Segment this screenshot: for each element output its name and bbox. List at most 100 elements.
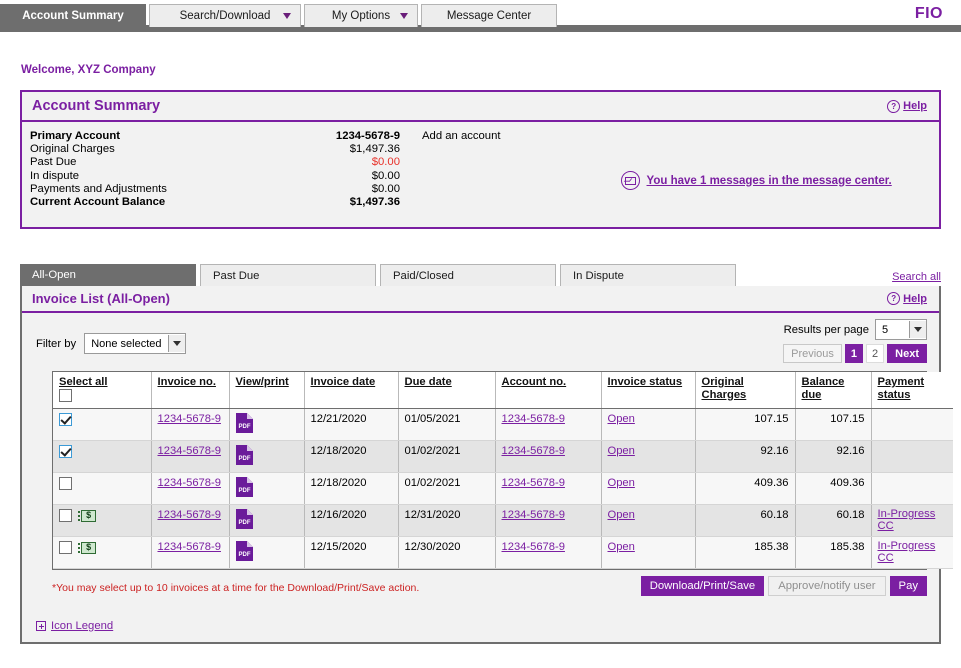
column-label[interactable]: Payment status [878, 376, 948, 401]
cell-balance-due: 409.36 [795, 472, 872, 505]
column-due-date: Due date [398, 372, 496, 409]
tab-past-due[interactable]: Past Due [200, 264, 376, 286]
column-label[interactable]: Invoice no. [158, 376, 223, 389]
account-no-link[interactable]: 1234-5678-9 [502, 541, 565, 553]
top-nav-tabs: Account Summary Search/Download My Optio… [0, 4, 557, 27]
cell-invoice-no: 1234-5678-9 [151, 504, 230, 537]
filter-by-select[interactable]: None selected [84, 333, 186, 354]
column-label[interactable]: View/print [236, 376, 298, 389]
cell-invoice-no: 1234-5678-9 [151, 536, 230, 569]
invoice-no-link[interactable]: 1234-5678-9 [158, 445, 221, 457]
summary-row-current-balance: Current Account Balance $1,497.36 [30, 196, 400, 209]
tab-label: Paid/Closed [393, 269, 454, 282]
cell-select [53, 504, 152, 537]
invoice-status-link[interactable]: Open [608, 445, 635, 457]
invoice-status-link[interactable]: Open [608, 413, 635, 425]
tab-paid-closed[interactable]: Paid/Closed [380, 264, 556, 286]
add-an-account-label[interactable]: Add an account [422, 130, 501, 142]
column-label[interactable]: Original Charges [702, 376, 789, 401]
results-per-page-select[interactable]: 5 [875, 319, 927, 340]
help-label: Help [903, 100, 927, 112]
account-no-link[interactable]: 1234-5678-9 [502, 445, 565, 457]
pay-button[interactable]: Pay [889, 576, 927, 596]
account-summary-help-link[interactable]: ? Help [887, 99, 927, 113]
account-summary-figures: Primary Account 1234-5678-9 Original Cha… [30, 130, 400, 209]
column-label[interactable]: Account no. [502, 376, 595, 389]
cell-invoice-date: 12/18/2020 [304, 440, 399, 473]
invoice-list-header: Invoice List (All-Open) ? Help [22, 286, 939, 313]
icon-legend-link[interactable]: Icon Legend [51, 620, 113, 632]
column-label[interactable]: Select all [59, 376, 145, 389]
summary-value: $1,497.36 [349, 196, 400, 209]
account-summary-header: Account Summary ? Help [22, 92, 939, 122]
summary-row-original-charges: Original Charges $1,497.36 [30, 143, 400, 156]
column-label[interactable]: Due date [405, 376, 489, 389]
row-checkbox[interactable] [59, 445, 72, 458]
pdf-icon[interactable]: PDF [235, 509, 253, 529]
download-print-save-button[interactable]: Download/Print/Save [640, 576, 765, 596]
cell-payment-status: In-Progress CC [871, 536, 953, 569]
pagination-previous-button[interactable]: Previous [783, 344, 842, 363]
chevron-down-icon [400, 13, 408, 19]
pdf-icon[interactable]: PDF [235, 413, 253, 433]
table-row: 1234-5678-9 PDF 12/16/2020 12/31/2020 12… [53, 504, 953, 537]
invoice-no-link[interactable]: 1234-5678-9 [158, 477, 221, 489]
cell-original-charges: 107.15 [695, 408, 796, 441]
payment-status-link[interactable]: In-Progress CC [878, 508, 948, 532]
pdf-icon[interactable]: PDF [235, 541, 253, 561]
money-icon[interactable] [78, 541, 97, 554]
filter-by-selected-value: None selected [91, 337, 162, 350]
nav-tab-search-download[interactable]: Search/Download [149, 4, 301, 27]
account-no-link[interactable]: 1234-5678-9 [502, 413, 565, 425]
svg-text:PDF: PDF [238, 520, 250, 526]
approve-notify-user-button[interactable]: Approve/notify user [768, 576, 886, 596]
search-all-link[interactable]: Search all [892, 271, 941, 283]
invoice-no-link[interactable]: 1234-5678-9 [158, 509, 221, 521]
nav-tab-account-summary[interactable]: Account Summary [0, 4, 146, 27]
pagination-page-1[interactable]: 1 [844, 344, 864, 363]
account-summary-panel: Account Summary ? Help Primary Account 1… [20, 90, 941, 230]
column-label[interactable]: Invoice status [608, 376, 689, 389]
pagination-next-button[interactable]: Next [887, 344, 927, 363]
account-no-link[interactable]: 1234-5678-9 [502, 477, 565, 489]
cell-invoice-no: 1234-5678-9 [151, 472, 230, 505]
tab-in-dispute[interactable]: In Dispute [560, 264, 736, 286]
tab-all-open[interactable]: All-Open [20, 264, 196, 286]
account-no-link[interactable]: 1234-5678-9 [502, 509, 565, 521]
row-checkbox[interactable] [59, 509, 72, 522]
select-all-checkbox[interactable] [59, 388, 72, 402]
money-icon[interactable] [78, 509, 97, 522]
invoice-status-link[interactable]: Open [608, 509, 635, 521]
column-label[interactable]: Invoice date [311, 376, 392, 389]
pdf-icon[interactable]: PDF [235, 445, 253, 465]
column-account-no: Account no. [495, 372, 602, 409]
message-center-link[interactable]: You have 1 messages in the message cente… [647, 175, 892, 187]
payment-status-link[interactable]: In-Progress CC [878, 540, 948, 564]
filter-control: Filter by None selected [36, 333, 186, 354]
invoice-status-link[interactable]: Open [608, 477, 635, 489]
summary-value: 1234-5678-9 [335, 130, 400, 142]
nav-tab-message-center[interactable]: Message Center [421, 4, 557, 27]
row-checkbox[interactable] [59, 413, 72, 426]
row-checkbox[interactable] [59, 477, 72, 490]
row-checkbox[interactable] [59, 541, 72, 554]
column-label[interactable]: Balance due [802, 376, 865, 401]
pagination-page-2[interactable]: 2 [866, 344, 885, 363]
invoice-list-help-link[interactable]: ? Help [887, 292, 927, 305]
nav-tab-my-options[interactable]: My Options [304, 4, 418, 27]
invoice-no-link[interactable]: 1234-5678-9 [158, 413, 221, 425]
cell-view-print: PDF [229, 472, 305, 505]
invoice-actions: *You may select up to 10 invoices at a t… [52, 576, 927, 606]
invoice-table-body: 1234-5678-9 PDF 12/21/2020 01/05/2021 12… [53, 408, 953, 569]
filter-and-pagination-bar: Filter by None selected Results per page… [22, 313, 939, 371]
invoice-status-link[interactable]: Open [608, 541, 635, 553]
cell-select [53, 472, 152, 505]
cell-view-print: PDF [229, 408, 305, 441]
plus-box-icon[interactable] [36, 621, 46, 631]
pdf-icon[interactable]: PDF [235, 477, 253, 497]
icon-legend-row[interactable]: Icon Legend [36, 620, 939, 632]
summary-label: Original Charges [30, 143, 115, 156]
summary-label: Past Due [30, 156, 77, 169]
invoice-no-link[interactable]: 1234-5678-9 [158, 541, 221, 553]
summary-label: Primary Account [30, 130, 120, 142]
